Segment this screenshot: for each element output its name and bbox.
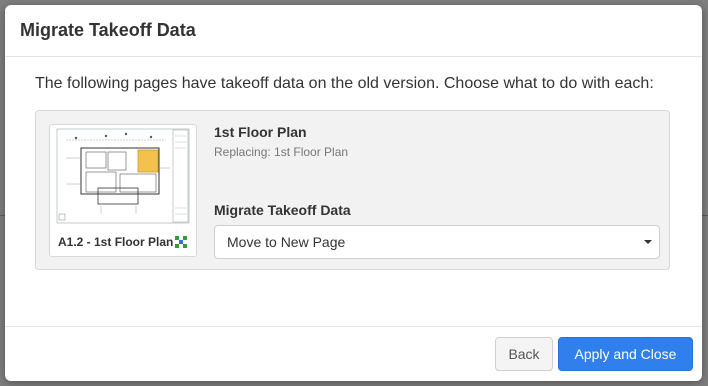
page-name: 1st Floor Plan bbox=[214, 124, 307, 140]
page-migration-card: A1.2 - 1st Floor Plan 1st Floor Plan Rep… bbox=[35, 110, 670, 270]
dialog-footer: Back Apply and Close bbox=[5, 326, 702, 381]
migrate-action-selected-value: Move to New Page bbox=[227, 234, 346, 250]
migrate-takeoff-label: Migrate Takeoff Data bbox=[214, 202, 351, 218]
dialog-body: The following pages have takeoff data on… bbox=[5, 57, 702, 270]
caret-down-icon bbox=[644, 240, 652, 244]
background-line bbox=[702, 215, 708, 216]
dialog-intro-text: The following pages have takeoff data on… bbox=[35, 75, 654, 92]
grid-markers-icon bbox=[175, 236, 187, 248]
dialog-title: Migrate Takeoff Data bbox=[20, 20, 196, 40]
page-thumbnail-label: A1.2 - 1st Floor Plan bbox=[58, 235, 174, 249]
back-button[interactable]: Back bbox=[495, 337, 553, 371]
apply-and-close-button[interactable]: Apply and Close bbox=[558, 337, 693, 371]
migrate-action-select[interactable]: Move to New Page bbox=[214, 225, 660, 259]
page-thumbnail[interactable]: A1.2 - 1st Floor Plan bbox=[49, 124, 197, 257]
dialog-header: Migrate Takeoff Data bbox=[5, 5, 702, 57]
migrate-takeoff-dialog: Migrate Takeoff Data The following pages… bbox=[5, 5, 702, 381]
page-replacing-text: Replacing: 1st Floor Plan bbox=[214, 145, 349, 159]
floor-plan-thumbnail-image bbox=[56, 128, 190, 224]
